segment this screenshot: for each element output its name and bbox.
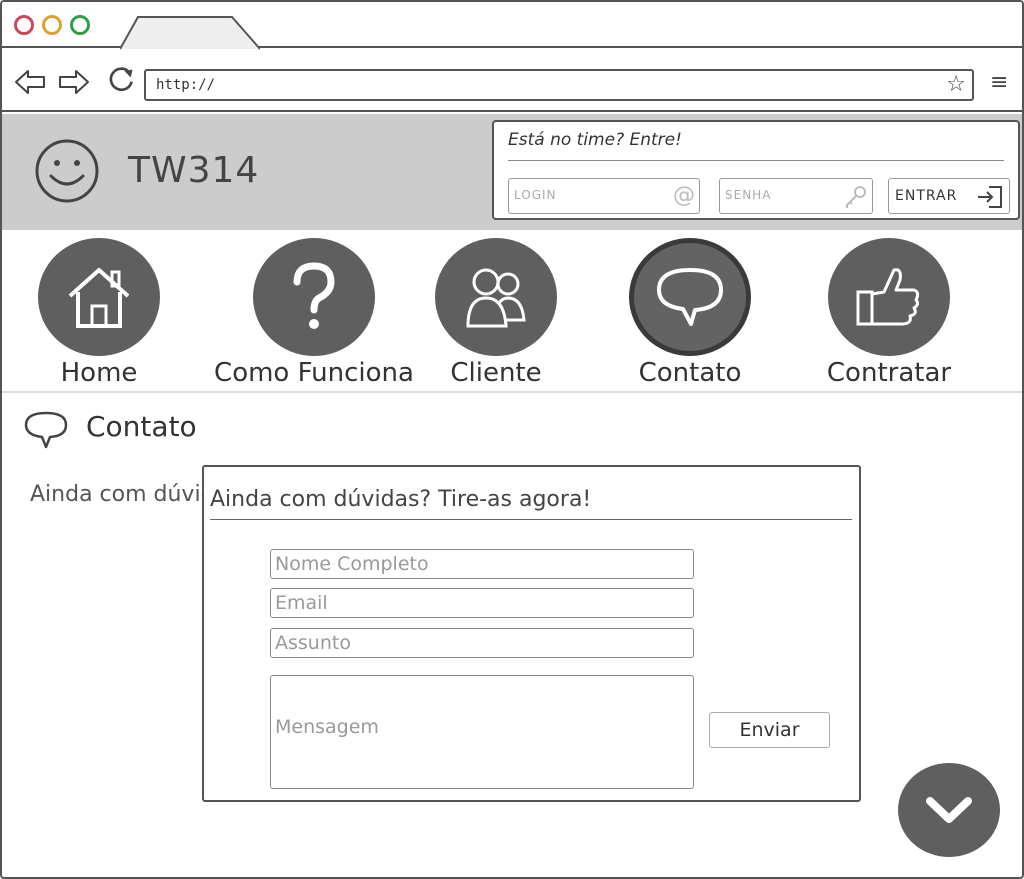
login-input[interactable]: LOGIN @	[508, 178, 700, 214]
nav-item-contratar[interactable]: Contratar	[814, 238, 964, 388]
name-placeholder: Nome Completo	[275, 553, 429, 575]
browser-toolbar: http:// ☆ ≡	[2, 50, 1022, 112]
send-button[interactable]: Enviar	[709, 712, 830, 748]
login-placeholder: LOGIN	[514, 188, 557, 202]
login-submit-label: ENTRAR	[895, 188, 958, 204]
browser-window: http:// ☆ ≡ TW314 Está no time? Entre! L…	[0, 0, 1024, 879]
send-button-label: Enviar	[739, 719, 800, 741]
contact-form-title: Ainda com dúvidas? Tire-as agora!	[210, 487, 592, 512]
nav-item-home[interactable]: Home	[38, 238, 160, 388]
speech-bubble-icon	[657, 268, 723, 326]
nav-circle	[828, 238, 950, 356]
close-window-button[interactable]	[14, 15, 34, 35]
nav-label-contato: Contato	[638, 358, 742, 388]
nav-label-home: Home	[60, 358, 138, 388]
hamburger-icon[interactable]: ≡	[990, 70, 1008, 96]
smiley-logo-icon	[35, 139, 99, 203]
nav-circle	[38, 238, 160, 356]
name-input[interactable]: Nome Completo	[270, 549, 694, 579]
speech-bubble-icon	[24, 411, 68, 449]
house-icon	[68, 268, 130, 328]
forward-arrow-icon[interactable]	[58, 68, 90, 96]
maximize-window-button[interactable]	[70, 15, 90, 35]
nav-item-como-funciona[interactable]: Como Funciona	[214, 238, 414, 388]
section-intro-text: Ainda com dúvio	[30, 482, 215, 507]
key-icon	[846, 186, 866, 208]
brand-name: TW314	[128, 150, 260, 191]
nav-label-contratar: Contratar	[826, 358, 952, 388]
email-placeholder: Email	[275, 592, 328, 614]
contact-form-panel: Ainda com dúvidas? Tire-as agora! Nome C…	[202, 465, 861, 802]
bookmark-star-icon[interactable]: ☆	[946, 73, 966, 97]
password-placeholder: SENHA	[725, 188, 772, 202]
login-divider	[508, 160, 1004, 161]
nav-circle	[435, 238, 557, 356]
nav-label-cliente: Cliente	[450, 358, 542, 388]
reload-icon[interactable]	[106, 66, 138, 94]
login-title: Está no time? Entre!	[508, 130, 682, 150]
nav-circle-active	[629, 238, 751, 356]
chevron-down-icon	[926, 797, 972, 823]
nav-item-contato[interactable]: Contato	[627, 238, 753, 388]
browser-tab[interactable]	[120, 16, 260, 50]
message-textarea[interactable]: Mensagem	[270, 675, 694, 789]
address-bar[interactable]: http:// ☆	[144, 69, 974, 101]
question-icon	[293, 262, 335, 329]
subject-input[interactable]: Assunto	[270, 628, 694, 658]
minimize-window-button[interactable]	[42, 15, 62, 35]
people-icon	[466, 268, 526, 328]
thumbs-up-icon	[856, 268, 920, 326]
login-submit-button[interactable]: ENTRAR	[888, 178, 1010, 214]
section-title: Contato	[86, 410, 197, 443]
url-text: http://	[156, 77, 216, 93]
site-header: TW314 Está no time? Entre! LOGIN @ SENHA…	[2, 114, 1022, 230]
back-arrow-icon[interactable]	[14, 68, 46, 96]
login-panel: Está no time? Entre! LOGIN @ SENHA ENTRA…	[492, 120, 1020, 220]
browser-titlebar	[2, 2, 1022, 50]
contact-form-divider	[210, 519, 852, 520]
nav-label-como-funciona: Como Funciona	[214, 358, 414, 388]
nav-circle	[253, 238, 375, 356]
nav-divider	[2, 391, 1022, 393]
subject-placeholder: Assunto	[275, 632, 351, 654]
scroll-down-button[interactable]	[898, 763, 1000, 857]
email-input[interactable]: Email	[270, 588, 694, 618]
nav-item-cliente[interactable]: Cliente	[435, 238, 557, 388]
at-sign-icon: @	[673, 183, 695, 208]
message-placeholder: Mensagem	[275, 716, 379, 738]
sign-in-icon	[978, 186, 1002, 208]
password-input[interactable]: SENHA	[719, 178, 873, 214]
